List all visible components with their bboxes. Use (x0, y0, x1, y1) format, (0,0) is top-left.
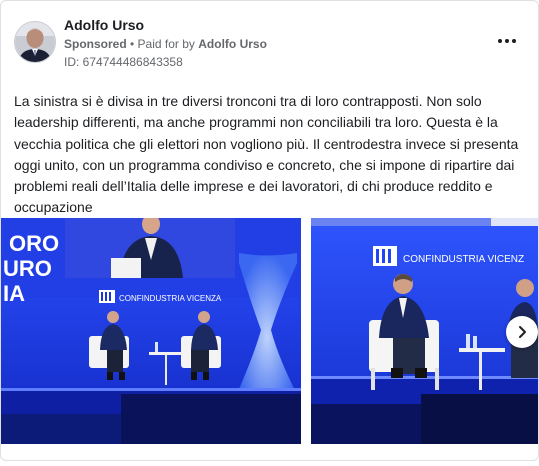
sponsored-label[interactable]: Sponsored (64, 37, 127, 51)
ad-id: ID: 674744486843358 (64, 55, 183, 69)
photo-1-image: ORO URO IA CONFINDUSTRIA VICENZA (1, 218, 301, 444)
logo-text-1: CONFINDUSTRIA VICENZA (119, 294, 222, 303)
screen-text-line-3: IA (3, 281, 25, 306)
logo-text-2: CONFINDUSTRIA VICENZ (403, 254, 524, 265)
paid-for-label: Paid for by (137, 37, 199, 51)
photo-2-image: CONFINDUSTRIA VICENZ (311, 218, 538, 444)
confindustria-logo-icon (99, 290, 115, 303)
ad-card: Adolfo Urso Sponsored • Paid for by Adol… (0, 0, 539, 461)
avatar-photo (15, 22, 55, 62)
carousel-photo-2[interactable]: CONFINDUSTRIA VICENZ (311, 218, 538, 444)
screen-text-line-1: ORO (9, 231, 59, 256)
more-horizontal-icon (498, 39, 516, 43)
carousel-photo-1[interactable]: ORO URO IA CONFINDUSTRIA VICENZA (1, 218, 301, 444)
screen-text-line-2: URO (3, 256, 52, 281)
author-name[interactable]: Adolfo Urso (64, 17, 144, 33)
more-options-button[interactable] (495, 31, 519, 51)
avatar[interactable] (14, 21, 56, 63)
confindustria-logo-icon (373, 246, 397, 266)
chevron-right-icon (519, 326, 526, 338)
sponsored-line: Sponsored • Paid for by Adolfo Urso (64, 37, 267, 51)
paid-for-name[interactable]: Adolfo Urso (198, 37, 267, 51)
carousel-next-button[interactable] (506, 316, 538, 348)
media-carousel: ORO URO IA CONFINDUSTRIA VICENZA CONFIND… (1, 218, 538, 444)
post-text: La sinistra si è divisa in tre diversi t… (14, 93, 519, 216)
separator-dot: • (126, 37, 138, 51)
